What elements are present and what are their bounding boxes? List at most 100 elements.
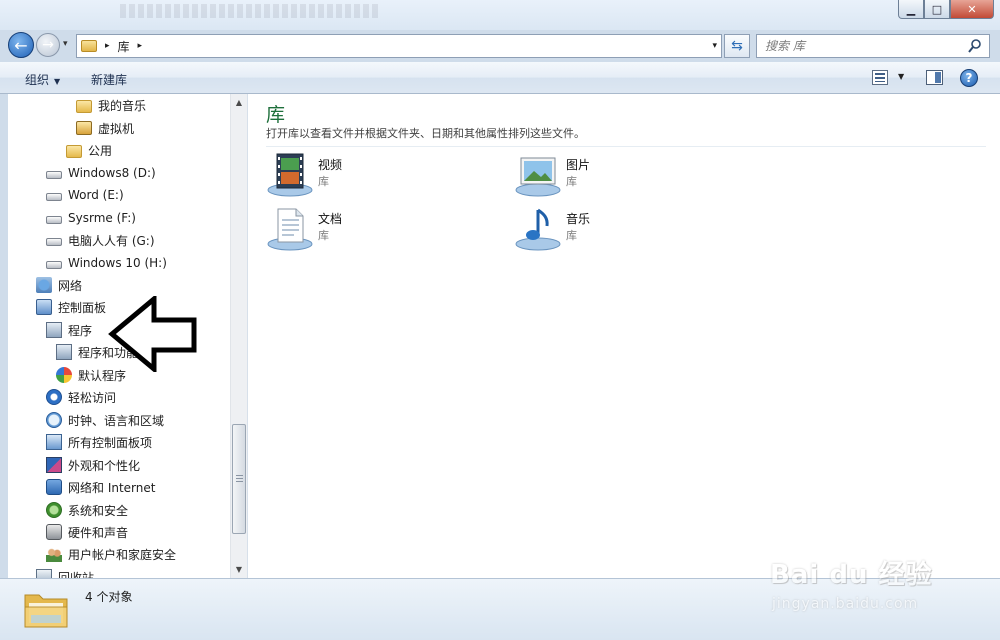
sidebar-item-label: 所有控制面板项 — [68, 435, 153, 450]
sidebar-item-ease-of-access[interactable]: 轻松访问 — [46, 387, 116, 407]
drive-icon — [46, 193, 62, 201]
sidebar-item-label: 网络和 Internet — [68, 480, 156, 495]
breadcrumb-library[interactable]: 库 — [118, 38, 130, 55]
sidebar-item-my-music[interactable]: 我的音乐 — [76, 95, 146, 115]
sidebar-item-drive-d[interactable]: Windows8 (D:) — [46, 163, 156, 183]
baidu-jingyan-watermark: Bai du 经验 jingyan.baidu.com — [760, 548, 990, 628]
library-item-pictures[interactable]: 图片 库 — [514, 152, 694, 200]
library-name: 视频 — [318, 158, 343, 172]
sidebar-item-label: 网络 — [58, 278, 83, 293]
programs-features-icon — [56, 344, 72, 360]
address-bar[interactable]: ▸ 库 ▸ ▾ — [76, 34, 722, 58]
help-button[interactable]: ? — [960, 69, 978, 87]
network-internet-icon — [46, 479, 62, 495]
breadcrumb-chevron-icon[interactable]: ▸ — [138, 41, 143, 51]
item-count: 4 个对象 — [85, 590, 133, 604]
ease-of-access-icon — [46, 389, 62, 405]
sidebar-item-drive-e[interactable]: Word (E:) — [46, 185, 124, 205]
appearance-icon — [46, 457, 62, 473]
search-box[interactable] — [756, 34, 990, 58]
refresh-icon: ⇆ — [731, 38, 743, 54]
sidebar-item-control-panel[interactable]: 控制面板 — [36, 297, 106, 317]
sidebar-item-label: 时钟、语言和区域 — [68, 413, 165, 428]
sidebar-item-drive-f[interactable]: Sysrme (F:) — [46, 208, 136, 228]
scroll-down-icon[interactable]: ▼ — [231, 561, 247, 578]
sidebar-item-network-internet[interactable]: 网络和 Internet — [46, 477, 155, 497]
library-name: 图片 — [566, 158, 591, 172]
system-security-icon — [46, 502, 62, 518]
sidebar-item-label: 程序 — [68, 323, 93, 338]
navigation-pane-scrollbar[interactable]: ▲ ▼ — [230, 94, 247, 578]
sidebar-item-drive-h[interactable]: Windows 10 (H:) — [46, 253, 167, 273]
navigation-bar: ← → ▾ ▸ 库 ▸ ▾ ⇆ — [0, 30, 1000, 62]
scrollbar-thumb[interactable] — [232, 424, 246, 534]
back-button[interactable]: ← — [8, 32, 34, 58]
new-library-button[interactable]: 新建库 — [91, 71, 127, 88]
sidebar-item-label: 控制面板 — [58, 300, 107, 315]
sidebar-item-programs[interactable]: 程序 — [46, 320, 92, 340]
sidebar-item-network[interactable]: 网络 — [36, 275, 82, 295]
drive-icon — [46, 171, 62, 179]
music-folder-icon — [76, 99, 92, 113]
sidebar-item-clock-language[interactable]: 时钟、语言和区域 — [46, 410, 164, 430]
user-accounts-icon — [46, 546, 62, 562]
sidebar-item-hardware-sound[interactable]: 硬件和声音 — [46, 522, 128, 542]
library-name: 文档 — [318, 212, 343, 226]
change-view-button[interactable] — [872, 70, 888, 85]
refresh-button[interactable]: ⇆ — [724, 34, 750, 58]
control-panel-icon — [36, 299, 52, 315]
window-controls: ▁ □ ✕ — [898, 0, 994, 19]
address-dropdown-icon[interactable]: ▾ — [712, 41, 717, 51]
content-pane[interactable]: 库 打开库以查看文件并根据文件夹、日期和其他属性排列这些文件。 视频 库 图片 … — [248, 94, 1000, 578]
library-item-music[interactable]: 音乐 库 — [514, 206, 694, 254]
library-item-documents[interactable]: 文档 库 — [266, 206, 446, 254]
sidebar-item-public[interactable]: 公用 — [66, 140, 112, 160]
sidebar-item-virtual-machine[interactable]: 虚拟机 — [76, 118, 134, 138]
sidebar-item-label: Windows 10 (H:) — [68, 256, 167, 270]
search-icon[interactable] — [967, 38, 983, 54]
programs-icon — [46, 322, 62, 338]
search-input[interactable] — [765, 39, 955, 53]
close-button[interactable]: ✕ — [950, 0, 994, 19]
view-options-chevron-icon[interactable]: ▼ — [898, 72, 904, 81]
sidebar-item-label: 我的音乐 — [98, 98, 147, 113]
sidebar-item-label: Word (E:) — [68, 188, 124, 202]
drive-icon — [46, 261, 62, 269]
library-type: 库 — [566, 229, 577, 242]
clock-language-icon — [46, 412, 62, 428]
organize-label: 组织 — [25, 73, 50, 87]
library-item-videos[interactable]: 视频 库 — [266, 152, 446, 200]
default-programs-icon — [56, 367, 72, 383]
forward-button[interactable]: → — [36, 33, 60, 57]
sidebar-item-label: 回收站 — [58, 570, 95, 579]
sidebar-item-appearance[interactable]: 外观和个性化 — [46, 455, 140, 475]
breadcrumb-chevron-icon[interactable]: ▸ — [105, 41, 110, 51]
sidebar-item-recycle-bin[interactable]: 回收站 — [36, 567, 94, 578]
preview-pane-button[interactable] — [926, 70, 943, 85]
folder-icon — [66, 144, 82, 158]
sidebar-item-drive-g[interactable]: 电脑人人有 (G:) — [46, 230, 155, 250]
window-title-bar[interactable]: ▁ □ ✕ — [0, 0, 1000, 30]
sidebar-item-label: 公用 — [88, 143, 113, 158]
sidebar-item-label: 外观和个性化 — [68, 458, 141, 473]
organize-button[interactable]: 组织 ▼ — [25, 71, 60, 88]
pictures-library-icon — [515, 157, 561, 197]
sidebar-item-all-control-panel[interactable]: 所有控制面板项 — [46, 432, 152, 452]
page-title: 库 — [266, 104, 286, 126]
sidebar-item-label: 电脑人人有 (G:) — [68, 233, 155, 248]
sidebar-item-user-accounts[interactable]: 用户帐户和家庭安全 — [46, 544, 176, 564]
scroll-up-icon[interactable]: ▲ — [231, 94, 247, 111]
sidebar-item-label: 硬件和声音 — [68, 525, 129, 540]
command-bar: 组织 ▼ 新建库 ▼ ? — [0, 62, 1000, 94]
maximize-button[interactable]: □ — [924, 0, 950, 19]
drive-icon — [46, 216, 62, 224]
minimize-button[interactable]: ▁ — [898, 0, 924, 19]
title-bar-blur — [120, 4, 380, 18]
libraries-folder-icon — [81, 40, 97, 52]
library-type: 库 — [566, 175, 577, 188]
watermark-brand: Bai du 经验 — [770, 560, 933, 590]
recent-pages-dropdown-icon[interactable]: ▾ — [63, 39, 68, 49]
music-library-icon — [515, 208, 561, 251]
sidebar-item-system-security[interactable]: 系统和安全 — [46, 500, 128, 520]
library-type: 库 — [318, 229, 329, 242]
